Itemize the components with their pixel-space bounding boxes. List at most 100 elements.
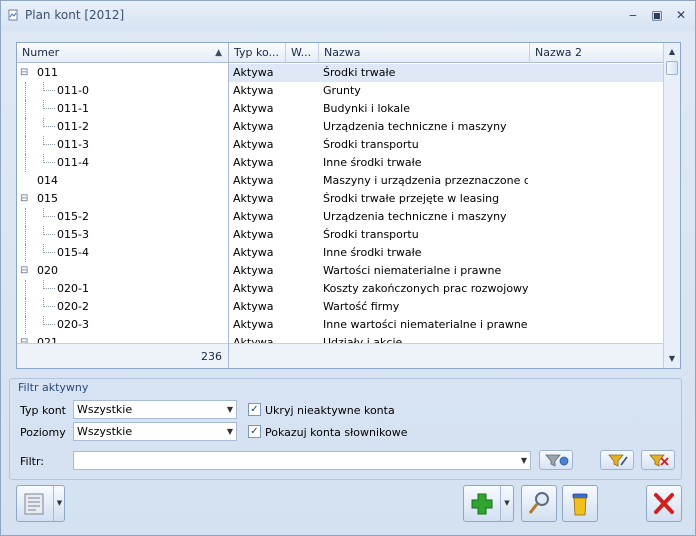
list-row[interactable]: Aktywa Wartość firmy bbox=[229, 298, 663, 316]
tree-body: ⊟ 011 011-0 011-1 011-2 011-3 011-4 014 ⊟ 015 015-… bbox=[17, 64, 228, 344]
tree-row[interactable]: 015-3 bbox=[17, 226, 228, 244]
cell-nazwa: Inne środki trwałe bbox=[323, 246, 422, 259]
scroll-down-arrow-icon[interactable]: ▼ bbox=[664, 351, 680, 367]
tree-row[interactable]: 011-1 bbox=[17, 100, 228, 118]
tree-connector bbox=[43, 208, 55, 217]
tree-connector bbox=[43, 226, 55, 235]
list-row[interactable]: Aktywa Urządzenia techniczne i maszyny bbox=[229, 118, 663, 136]
cancel-button[interactable] bbox=[646, 485, 682, 522]
tree-connector bbox=[25, 100, 26, 118]
tree-connector bbox=[25, 244, 26, 262]
list-row[interactable]: Aktywa Inne środki trwałe bbox=[229, 244, 663, 262]
tree-row-label: 011 bbox=[37, 66, 58, 79]
tree-row[interactable]: ⊟ 020 bbox=[17, 262, 228, 280]
tree-row-label: 020-1 bbox=[57, 282, 89, 295]
column-header-nazwa-2[interactable]: Nazwa 2 bbox=[530, 43, 663, 63]
cell-nazwa: Budynki i lokale bbox=[323, 102, 410, 115]
tree-connector bbox=[43, 298, 55, 307]
tree-row[interactable]: 020-1 bbox=[17, 280, 228, 298]
cell-typ: Aktywa bbox=[233, 102, 274, 115]
tree-row[interactable]: ⊟ 015 bbox=[17, 190, 228, 208]
title-bar[interactable]: Plan kont [2012] ‒ ▣ ✕ bbox=[1, 1, 695, 31]
cell-nazwa: Wartości niematerialne i prawne bbox=[323, 264, 502, 277]
scroll-up-arrow-icon[interactable]: ▲ bbox=[664, 44, 680, 60]
minimize-button[interactable]: ‒ bbox=[625, 7, 641, 23]
close-icon bbox=[654, 493, 674, 514]
list-row[interactable]: Aktywa Środki transportu bbox=[229, 226, 663, 244]
apply-filter-button[interactable] bbox=[539, 450, 573, 470]
scrollbar-thumb[interactable] bbox=[666, 61, 678, 75]
tree-row-label: 011-4 bbox=[57, 156, 89, 169]
magnifier-icon bbox=[528, 492, 549, 514]
tree-connector bbox=[43, 244, 55, 253]
collapse-toggle-icon[interactable]: ⊟ bbox=[20, 262, 28, 280]
list-row[interactable]: Aktywa Wartości niematerialne i prawne bbox=[229, 262, 663, 280]
close-window-button[interactable]: ✕ bbox=[673, 7, 689, 23]
hide-inactive-label[interactable]: Ukryj nieaktywne konta bbox=[265, 404, 395, 417]
column-header-w[interactable]: W... bbox=[286, 43, 319, 63]
column-header-label: Numer bbox=[22, 46, 60, 59]
column-header-numer[interactable]: Numer ▲ bbox=[17, 43, 228, 63]
edit-filter-button[interactable] bbox=[600, 450, 634, 470]
list-row[interactable]: Aktywa Środki trwałe bbox=[229, 64, 663, 82]
chevron-down-icon: ▼ bbox=[226, 405, 233, 414]
tree-row[interactable]: 015-4 bbox=[17, 244, 228, 262]
list-row[interactable]: Aktywa Środki transportu bbox=[229, 136, 663, 154]
show-dictionary-checkbox[interactable]: ✓ bbox=[248, 425, 261, 438]
tree-row[interactable]: 014 bbox=[17, 172, 228, 190]
tree-row[interactable]: 011-3 bbox=[17, 136, 228, 154]
cell-typ: Aktywa bbox=[233, 246, 274, 259]
cell-nazwa: Urządzenia techniczne i maszyny bbox=[323, 120, 507, 133]
list-row[interactable]: Aktywa Inne środki trwałe bbox=[229, 154, 663, 172]
tree-row-label: 015-2 bbox=[57, 210, 89, 223]
account-tree: Numer ▲ ⊟ 011 011-0 011-1 011-2 011-3 011-4 014… bbox=[17, 43, 229, 368]
window-title: Plan kont [2012] bbox=[25, 8, 125, 22]
typ-kont-select[interactable]: Wszystkie ▼ bbox=[73, 400, 237, 419]
tree-connector bbox=[43, 118, 55, 127]
column-header-typ-konta[interactable]: Typ ko... bbox=[229, 43, 286, 63]
collapse-toggle-icon[interactable]: ⊟ bbox=[20, 64, 28, 82]
search-button[interactable] bbox=[521, 485, 557, 522]
filtr-input[interactable]: ▼ bbox=[73, 451, 531, 470]
collapse-toggle-icon[interactable]: ⊟ bbox=[20, 190, 28, 208]
tree-row[interactable]: 020-2 bbox=[17, 298, 228, 316]
show-dictionary-label[interactable]: Pokazuj konta słownikowe bbox=[265, 426, 408, 439]
vertical-scrollbar[interactable]: ▲ ▼ bbox=[663, 43, 680, 368]
add-account-button[interactable]: ▼ bbox=[463, 485, 514, 522]
tree-connector bbox=[43, 82, 55, 91]
tree-row[interactable]: 011-0 bbox=[17, 82, 228, 100]
tree-row-label: 011-1 bbox=[57, 102, 89, 115]
list-row[interactable]: Aktywa Urządzenia techniczne i maszyny bbox=[229, 208, 663, 226]
cell-nazwa: Urządzenia techniczne i maszyny bbox=[323, 210, 507, 223]
tree-row-label: 015-3 bbox=[57, 228, 89, 241]
maximize-button[interactable]: ▣ bbox=[649, 7, 665, 23]
filter-group-title: Filtr aktywny bbox=[18, 381, 89, 394]
tree-row[interactable]: 020-3 bbox=[17, 316, 228, 334]
list-row[interactable]: Aktywa Budynki i lokale bbox=[229, 100, 663, 118]
list-row[interactable]: Aktywa Maszyny i urządzenia przeznaczone … bbox=[229, 172, 663, 190]
tree-row[interactable]: ⊟ 011 bbox=[17, 64, 228, 82]
cell-typ: Aktywa bbox=[233, 210, 274, 223]
tree-row-label: 020 bbox=[37, 264, 58, 277]
column-header-nazwa[interactable]: Nazwa bbox=[319, 43, 530, 63]
tree-row-label: 020-2 bbox=[57, 300, 89, 313]
clear-filter-button[interactable] bbox=[641, 450, 675, 470]
add-menu-arrow-icon[interactable]: ▼ bbox=[500, 486, 513, 521]
tree-row[interactable]: 015-2 bbox=[17, 208, 228, 226]
filtr-label: Filtr: bbox=[20, 455, 44, 468]
list-row[interactable]: Aktywa Koszty zakończonych prac rozwojowy… bbox=[229, 280, 663, 298]
tree-row[interactable]: 011-2 bbox=[17, 118, 228, 136]
list-row[interactable]: Aktywa Grunty bbox=[229, 82, 663, 100]
print-menu-arrow-icon[interactable]: ▼ bbox=[53, 486, 65, 521]
cell-typ: Aktywa bbox=[233, 192, 274, 205]
list-row[interactable]: Aktywa Środki trwałe przejęte w leasing bbox=[229, 190, 663, 208]
cell-typ: Aktywa bbox=[233, 156, 274, 169]
cell-nazwa: Środki transportu bbox=[323, 138, 419, 151]
hide-inactive-checkbox[interactable]: ✓ bbox=[248, 403, 261, 416]
print-button[interactable]: ▼ bbox=[16, 485, 65, 522]
delete-button[interactable] bbox=[562, 485, 598, 522]
poziomy-select[interactable]: Wszystkie ▼ bbox=[73, 422, 237, 441]
list-row[interactable]: Aktywa Inne wartości niematerialne i praw… bbox=[229, 316, 663, 334]
poziomy-value: Wszystkie bbox=[77, 425, 133, 438]
tree-row[interactable]: 011-4 bbox=[17, 154, 228, 172]
